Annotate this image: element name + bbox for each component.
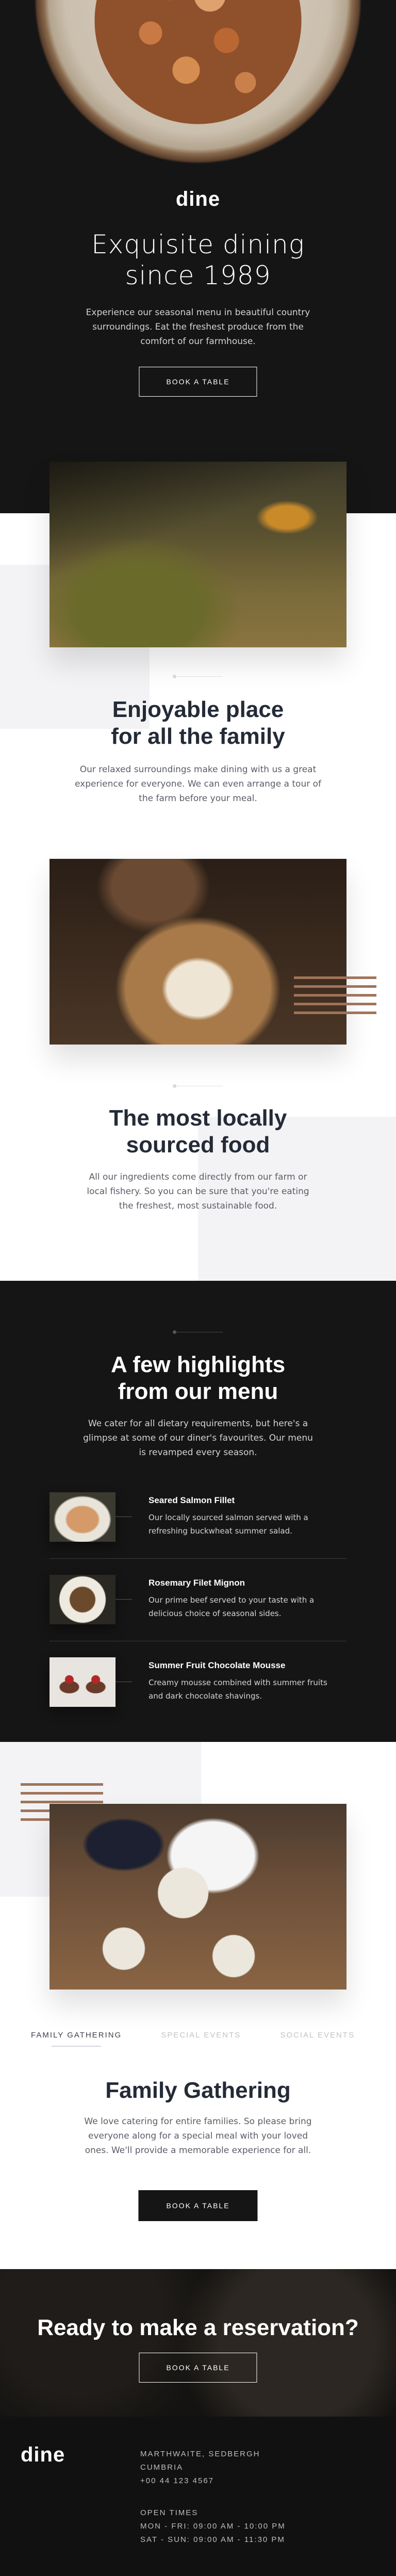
menu-separator	[50, 1558, 346, 1559]
local-section-text: All our ingredients come directly from o…	[87, 1172, 309, 1211]
section-divider	[173, 675, 223, 678]
hero-section: dine Exquisite dining since 1989 Experie…	[0, 0, 396, 513]
events-book-table-button[interactable]: BOOK A TABLE	[138, 2190, 258, 2221]
decorative-stripes	[294, 976, 376, 1015]
menu-item-desc: Creamy mousse combined with summer fruit…	[148, 1678, 327, 1701]
menu-item-name: Summer Fruit Chocolate Mousse	[148, 1660, 286, 1670]
events-title: Family Gathering	[105, 2078, 291, 2103]
highlights-title-line1: A few highlights	[110, 1352, 286, 1377]
hero-book-table-button[interactable]: BOOK A TABLE	[139, 367, 257, 397]
footer-hours-label: OPEN TIMES	[140, 2508, 199, 2517]
tab-social-events[interactable]: SOCIAL EVENTS	[280, 2031, 355, 2040]
hero-title: Exquisite dining since 1989	[0, 229, 396, 291]
menu-item-desc: Our locally sourced salmon served with a…	[148, 1513, 308, 1536]
local-title-line2: sourced food	[126, 1132, 270, 1157]
reservation-banner: Ready to make a reservation? BOOK A TABL…	[0, 2269, 396, 2417]
events-tabs: FAMILY GATHERING SPECIAL EVENTS SOCIAL E…	[0, 2031, 396, 2047]
footer-address-line1: MARTHWAITE, SEDBERGH	[140, 2450, 260, 2458]
menu-item: Summer Fruit Chocolate Mousse Creamy mou…	[50, 1657, 346, 1707]
family-dining-image	[50, 1804, 346, 1990]
local-section-title: The most locally sourced food	[0, 1105, 396, 1159]
highlights-title-line2: from our menu	[118, 1379, 278, 1404]
family-section-text: Our relaxed surroundings make dining wit…	[74, 764, 322, 804]
footer-address-line2: CUMBRIA	[140, 2463, 184, 2472]
events-text: We love catering for entire families. So…	[84, 2116, 312, 2156]
events-section: FAMILY GATHERING SPECIAL EVENTS SOCIAL E…	[0, 1742, 396, 2269]
site-logo[interactable]: dine	[0, 188, 396, 211]
reservation-book-table-button[interactable]: BOOK A TABLE	[139, 2353, 257, 2383]
salmon-image	[50, 1492, 116, 1542]
footer-phone: +00 44 123 4567	[140, 2476, 214, 2485]
highlights-title: A few highlights from our menu	[0, 1351, 396, 1405]
menu-item-name: Rosemary Filet Mignon	[148, 1578, 245, 1588]
family-title-line1: Enjoyable place	[112, 697, 284, 722]
menu-item-line	[116, 1599, 132, 1600]
beef-image	[50, 1575, 116, 1624]
reservation-title: Ready to make a reservation?	[37, 2315, 359, 2340]
family-section-title: Enjoyable place for all the family	[0, 696, 396, 750]
menu-item: Seared Salmon Fillet Our locally sourced…	[50, 1492, 346, 1542]
family-section: Enjoyable place for all the family Our r…	[0, 462, 396, 859]
hero-text: Experience our seasonal menu in beautifu…	[86, 307, 310, 347]
farm-landscape-image	[50, 462, 346, 647]
local-title-line1: The most locally	[109, 1105, 287, 1131]
footer-hours-weekday: MON - FRI: 09:00 AM - 10:00 PM	[140, 2522, 286, 2531]
dish-image	[50, 859, 346, 1045]
family-title-line2: for all the family	[111, 724, 285, 749]
menu-item: Rosemary Filet Mignon Our prime beef ser…	[50, 1575, 346, 1624]
tab-family-gathering[interactable]: FAMILY GATHERING	[31, 2031, 122, 2047]
hero-title-line2: since 1989	[125, 260, 271, 290]
menu-highlights-section: A few highlights from our menu We cater …	[0, 1281, 396, 1742]
footer-logo[interactable]: dine	[21, 2443, 65, 2467]
menu-item-desc: Our prime beef served to your taste with…	[148, 1595, 315, 1618]
hero-title-line1: Exquisite dining	[91, 230, 305, 259]
highlights-text: We cater for all dietary requirements, b…	[83, 1419, 313, 1458]
tab-special-events[interactable]: SPECIAL EVENTS	[161, 2031, 241, 2040]
site-footer: dine MARTHWAITE, SEDBERGH CUMBRIA +00 44…	[0, 2417, 396, 2576]
mousse-image	[50, 1657, 116, 1707]
local-food-section: The most locally sourced food All our in…	[0, 859, 396, 1281]
footer-hours-weekend: SAT - SUN: 09:00 AM - 11:30 PM	[140, 2535, 285, 2544]
footer-info: MARTHWAITE, SEDBERGH CUMBRIA +00 44 123 …	[140, 2448, 286, 2547]
menu-item-name: Seared Salmon Fillet	[148, 1495, 235, 1505]
